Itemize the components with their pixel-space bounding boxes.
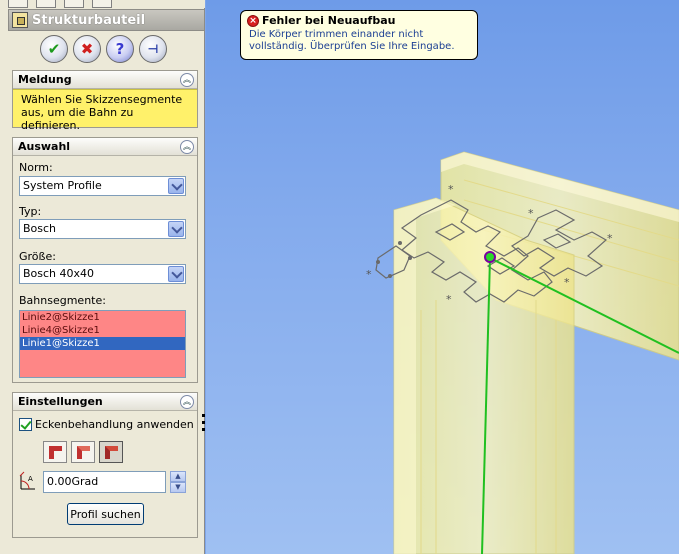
pushpin-icon: ⊣ (147, 42, 159, 56)
svg-text:*: * (448, 183, 454, 196)
message-group: Meldung ︽ Wählen Sie Skizzensegmente aus… (12, 70, 198, 132)
panel-title-bar: Strukturbauteil (8, 9, 205, 31)
structure-member-icon (12, 12, 28, 28)
tooltip-body: Die Körper trimmen einander nicht vollst… (249, 29, 455, 52)
spin-up-icon[interactable]: ▲ (170, 471, 186, 482)
settings-group-header[interactable]: Einstellungen ︽ (13, 393, 197, 411)
tab-feature-manager[interactable] (8, 0, 28, 8)
property-manager: Strukturbauteil ✔ ✖ ? ⊣ Meldung ︽ Wählen… (0, 0, 205, 554)
list-item-selected[interactable]: Linie1@Skizze1 (20, 337, 185, 350)
collapse-chevron-icon[interactable]: ︽ (180, 72, 194, 87)
tab-configuration-manager[interactable] (64, 0, 84, 8)
svg-text:A: A (28, 475, 33, 483)
question-icon: ? (115, 40, 125, 58)
check-icon: ✔ (47, 40, 61, 58)
chevron-down-icon[interactable] (168, 178, 184, 194)
selection-group: Auswahl ︽ Norm: System Profile Typ: Bosc… (12, 137, 198, 383)
message-group-title: Meldung (18, 73, 72, 86)
message-text: Wählen Sie Skizzensegmente aus, um die B… (13, 89, 197, 132)
svg-text:*: * (446, 293, 452, 306)
chevron-down-icon[interactable] (168, 266, 184, 282)
svg-text:*: * (528, 207, 534, 220)
svg-text:*: * (607, 232, 613, 245)
size-label: Größe: (19, 250, 56, 263)
segments-label: Bahnsegmente: (19, 294, 106, 307)
pierce-point[interactable] (484, 251, 496, 263)
graphics-area[interactable]: * * * * * * (206, 0, 679, 554)
svg-text:*: * (564, 276, 570, 289)
cancel-button[interactable]: ✖ (73, 35, 101, 63)
selection-group-title: Auswahl (18, 140, 71, 153)
help-button[interactable]: ? (106, 35, 134, 63)
norm-label: Norm: (19, 161, 53, 174)
corner-type-buttons (43, 441, 123, 463)
norm-select[interactable]: System Profile (19, 176, 186, 196)
settings-group-title: Einstellungen (18, 395, 103, 408)
type-label: Typ: (19, 205, 42, 218)
rotation-angle-input[interactable]: 0.00Grad (43, 471, 166, 493)
list-item[interactable]: Linie2@Skizze1 (20, 311, 185, 324)
end-trim-button[interactable] (43, 441, 67, 463)
message-group-header[interactable]: Meldung ︽ (13, 71, 197, 89)
panel-title: Strukturbauteil (32, 12, 146, 28)
ok-button[interactable]: ✔ (40, 35, 68, 63)
angle-spinner: ▲ ▼ (170, 471, 186, 493)
type-value: Bosch (23, 222, 57, 235)
corner-miter-icon (77, 446, 90, 459)
x-icon: ✖ (80, 40, 94, 58)
rotation-angle-icon: A (19, 471, 35, 490)
tab-dimxpert-manager[interactable] (92, 0, 112, 8)
path-segments-list[interactable]: Linie2@Skizze1 Linie4@Skizze1 Linie1@Ski… (19, 310, 186, 378)
end-miter-button[interactable] (71, 441, 95, 463)
tab-property-manager[interactable] (36, 0, 56, 8)
action-buttons: ✔ ✖ ? ⊣ (40, 35, 167, 65)
error-icon: × (247, 14, 259, 27)
settings-group: Einstellungen ︽ Eckenbehandlung anwenden… (12, 392, 198, 538)
end-butt-button[interactable] (99, 441, 123, 463)
spin-down-icon[interactable]: ▼ (170, 482, 186, 493)
corner-treatment-checkbox[interactable] (19, 418, 32, 431)
corner-butt-icon (105, 446, 118, 459)
tooltip-title: Fehler bei Neuaufbau (262, 14, 396, 27)
chevron-down-icon[interactable] (168, 221, 184, 237)
selection-group-header[interactable]: Auswahl ︽ (13, 138, 197, 156)
size-value: Bosch 40x40 (23, 267, 95, 280)
collapse-chevron-icon[interactable]: ︽ (180, 139, 194, 154)
corner-treatment-label: Eckenbehandlung anwenden (35, 418, 194, 431)
size-select[interactable]: Bosch 40x40 (19, 264, 186, 284)
type-select[interactable]: Bosch (19, 219, 186, 239)
list-item[interactable]: Linie4@Skizze1 (20, 324, 185, 337)
model-view: * * * * * * (366, 151, 679, 554)
svg-text:*: * (366, 268, 372, 281)
manager-tabs (0, 0, 205, 8)
rebuild-error-tooltip: × Fehler bei Neuaufbau Die Körper trimme… (240, 10, 478, 60)
pushpin-button[interactable]: ⊣ (139, 35, 167, 63)
find-profile-button[interactable]: Profil suchen (67, 503, 144, 525)
norm-value: System Profile (23, 179, 102, 192)
corner-end-trim-icon (49, 446, 62, 459)
corner-treatment-row: Eckenbehandlung anwenden (19, 418, 194, 431)
collapse-chevron-icon[interactable]: ︽ (180, 394, 194, 409)
